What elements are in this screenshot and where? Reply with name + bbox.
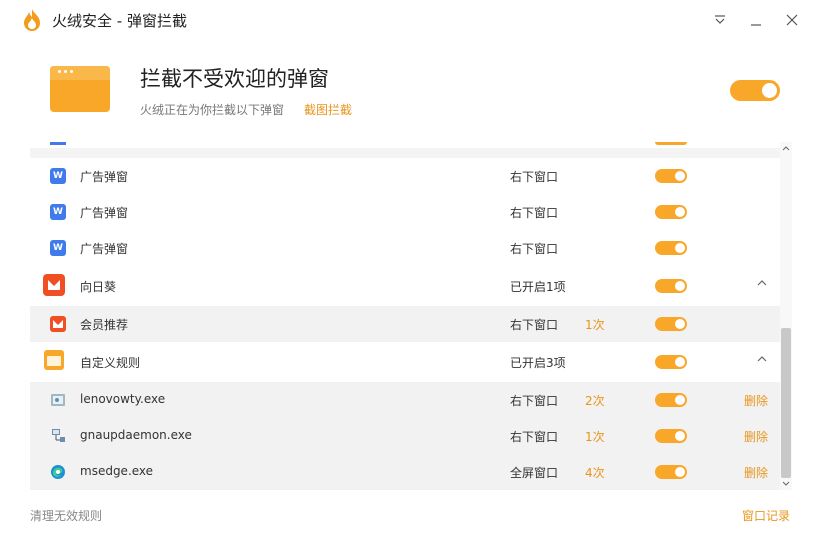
rule-toggle[interactable] [655,317,687,331]
block-count: 1次 [585,430,605,444]
rule-name: gnaupdaemon.exe [80,428,192,442]
minimize-icon[interactable] [746,10,766,30]
rule-name: lenovowty.exe [80,392,166,406]
list-item: msedge.exe 全屏窗口 4次 删除 [30,454,780,490]
list-item: 会员推荐 右下窗口 1次 [30,306,780,342]
rule-position: 右下窗口 [510,170,559,184]
wps-icon: W [50,204,66,220]
list-scrollbar[interactable] [780,142,792,490]
edge-icon [50,464,66,480]
list-item: W 广告弹窗 右下窗口 [30,230,780,266]
list-item: W 广告弹窗 右下窗口 [30,158,780,194]
list-item-partial [30,142,780,148]
page-title: 拦截不受欢迎的弹窗 [140,67,329,91]
title-bar: 火绒安全 - 弹窗拦截 [0,0,820,40]
window-log-link[interactable]: 窗口记录 [742,507,790,524]
menu-down-icon[interactable] [710,10,730,30]
rule-position: 右下窗口 [510,430,559,444]
rule-name: 广告弹窗 [80,206,129,220]
sunlogin-icon [50,316,66,332]
list-item: gnaupdaemon.exe 右下窗口 1次 删除 [30,418,780,454]
group-name: 向日葵 [80,280,117,294]
block-count: 2次 [585,394,605,408]
group-row-custom-rules[interactable]: 自定义规则 已开启3项 [30,342,780,382]
chevron-up-icon[interactable] [756,277,768,291]
rule-toggle[interactable] [655,142,687,145]
rule-position: 右下窗口 [510,206,559,220]
group-toggle[interactable] [655,355,687,369]
wps-icon: W [50,168,66,184]
network-app-icon [50,428,66,444]
close-icon[interactable] [782,10,802,30]
group-status: 已开启3项 [510,356,566,370]
block-count: 4次 [585,466,605,480]
group-toggle[interactable] [655,279,687,293]
rule-name: 会员推荐 [80,318,129,332]
scroll-up-icon[interactable] [780,144,792,154]
group-name: 自定义规则 [80,356,141,370]
popup-window-icon [50,66,110,112]
rule-toggle[interactable] [655,241,687,255]
lenovo-app-icon [50,392,66,408]
rule-name: 广告弹窗 [80,242,129,256]
popup-rule-list: W 广告弹窗 右下窗口 W 广告弹窗 右下窗口 W 广告弹窗 右下窗口 向日葵 … [30,142,792,490]
rule-position: 右下窗口 [510,242,559,256]
list-item: W 广告弹窗 右下窗口 [30,194,780,230]
rule-toggle[interactable] [655,465,687,479]
rule-name: 广告弹窗 [80,170,129,184]
rule-toggle[interactable] [655,393,687,407]
wps-icon: W [50,240,66,256]
custom-rule-icon [44,350,64,370]
window-title: 火绒安全 - 弹窗拦截 [52,12,187,30]
wps-icon [50,142,66,145]
chevron-up-icon[interactable] [756,353,768,367]
group-row-sunlogin[interactable]: 向日葵 已开启1项 [30,266,780,306]
master-toggle[interactable] [730,80,780,101]
rule-toggle[interactable] [655,429,687,443]
scrollbar-thumb[interactable] [781,328,791,478]
rule-toggle[interactable] [655,169,687,183]
delete-button[interactable]: 删除 [744,428,768,445]
block-count: 1次 [585,318,605,332]
page-subtitle: 火绒正在为你拦截以下弹窗 [140,103,285,117]
rule-position: 右下窗口 [510,318,559,332]
clear-invalid-rules-link[interactable]: 清理无效规则 [30,507,102,524]
rule-position: 全屏窗口 [510,466,559,480]
screenshot-block-link[interactable]: 截图拦截 [304,101,352,118]
sunlogin-icon [43,274,65,296]
delete-button[interactable]: 删除 [744,464,768,481]
delete-button[interactable]: 删除 [744,392,768,409]
huorong-logo-icon [24,9,40,31]
rule-toggle[interactable] [655,205,687,219]
scroll-down-icon[interactable] [780,480,792,490]
list-item: lenovowty.exe 右下窗口 2次 删除 [30,382,780,418]
group-status: 已开启1项 [510,280,566,294]
rule-position: 右下窗口 [510,394,559,408]
rule-name: msedge.exe [80,464,154,478]
